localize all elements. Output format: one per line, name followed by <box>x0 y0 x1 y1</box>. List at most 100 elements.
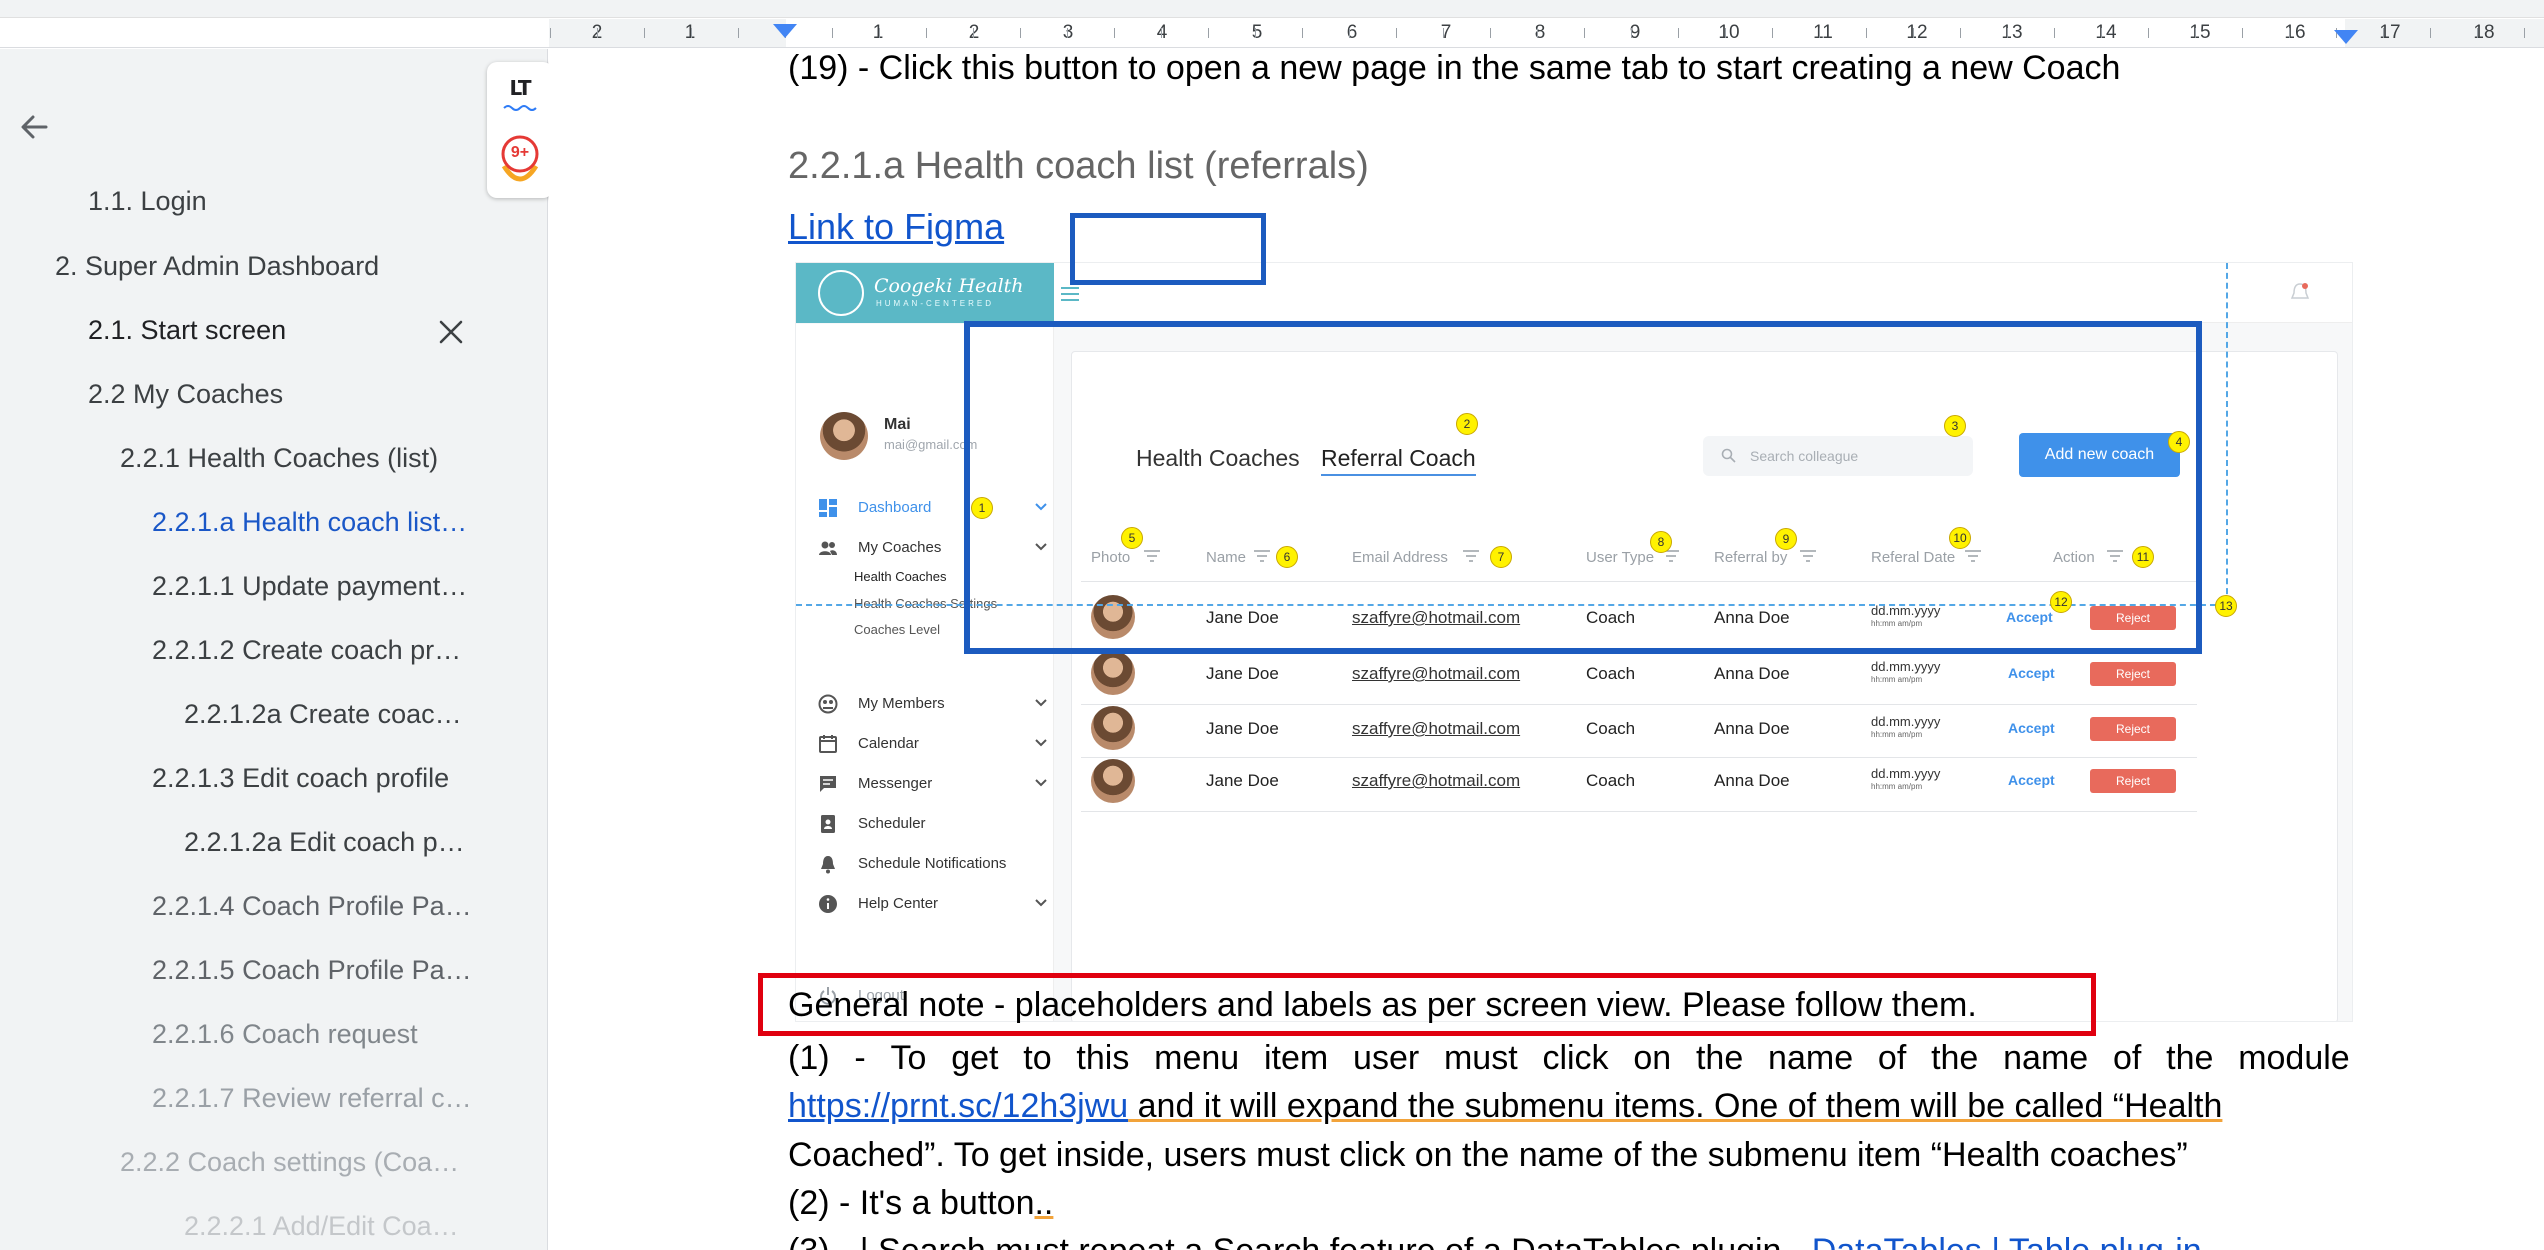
mock-nav-calendar: Calendar <box>818 732 1048 756</box>
outline-item[interactable]: 2.2.1.3 Edit coach profile <box>152 763 449 794</box>
outline-item[interactable]: 2.2.1.7 Review referral c… <box>152 1083 472 1114</box>
notification-badge-icon[interactable]: 9+ <box>499 132 541 188</box>
left-indent-marker-icon[interactable] <box>773 24 797 38</box>
ruler-tick <box>1866 28 1867 38</box>
ruler-number: 13 <box>2001 22 2023 43</box>
outline-item[interactable]: 2.2.1.2a Create coac… <box>184 699 462 730</box>
languagetool-icon[interactable]: LT <box>502 76 538 116</box>
outline-item[interactable]: 2.2 My Coaches <box>88 379 283 410</box>
ruler-number: 11 <box>1813 22 1833 43</box>
note-1-word: menu <box>1154 1039 1240 1077</box>
ruler-number: 2 <box>968 22 980 43</box>
note-1-word: of <box>1877 1039 1907 1077</box>
outline-item[interactable]: 2.2.2 Coach settings (Coa… <box>120 1147 459 1178</box>
outline-item[interactable]: 2. Super Admin Dashboard <box>55 251 379 282</box>
ruler-number: 12 <box>1906 22 1928 43</box>
ruler-tick <box>2101 28 2102 38</box>
ruler-tick <box>1396 28 1397 38</box>
ruler-tick <box>2007 28 2008 38</box>
mock-user-name: Mai <box>884 416 911 433</box>
ruler-number: 4 <box>1156 22 1168 43</box>
outline-item[interactable]: 2.2.1 Health Coaches (list) <box>120 443 438 474</box>
ruler-number: 5 <box>1251 22 1263 43</box>
mock-cell-name: Jane Doe <box>1206 664 1279 683</box>
note-1-word: To <box>890 1039 927 1077</box>
note-1-word: user <box>1353 1039 1420 1077</box>
ruler-tick <box>2289 28 2290 38</box>
note-1-word: click <box>1542 1039 1609 1077</box>
mock-nav-help-center: Help Center <box>818 892 1048 916</box>
mock-nav-messenger: Messenger <box>818 772 1048 796</box>
mock-nav-my-members: My Members <box>818 692 1048 716</box>
outline-item[interactable]: 2.2.1.2 Create coach pr… <box>152 635 461 666</box>
outline-item[interactable]: 1.1. Login <box>88 186 207 217</box>
datatables-link[interactable]: DataTables | Table plug-in <box>1812 1232 2202 1250</box>
outline-item[interactable]: 2.2.1.5 Coach Profile Pa… <box>152 955 472 986</box>
badge-count: 9+ <box>510 144 530 161</box>
mock-cell-type: Coach <box>1586 664 1636 683</box>
prnt-link[interactable]: https://prnt.sc/12h3jwu <box>788 1087 1128 1125</box>
mock-nav-label: Help Center <box>858 895 939 912</box>
ruler-tick <box>1631 28 1632 38</box>
ruler-tick <box>1772 28 1773 38</box>
mock-row-divider <box>1081 704 2197 705</box>
note-3-text: (3) - | Search must repeat a Search feat… <box>788 1232 1812 1250</box>
ruler-tick <box>1913 28 1914 38</box>
ruler-tick <box>1208 28 1209 38</box>
ruler-tick <box>2383 28 2384 38</box>
outline-item[interactable]: 2.2.1.6 Coach request <box>152 1019 418 1050</box>
back-arrow-icon[interactable] <box>14 107 54 147</box>
mock-nav-label: Dashboard <box>858 499 932 516</box>
languagetool-wave-icon <box>503 105 537 111</box>
mock-cell-time: hh:mm am/pm <box>1871 675 1923 684</box>
note-1-word: of <box>2112 1039 2142 1077</box>
mock-reject-button: Reject <box>2090 662 2176 686</box>
mock-accept-link: Accept <box>2008 720 2055 736</box>
mock-topbar: Coogeki Health HUMAN-CENTERED <box>796 263 2352 323</box>
figma-link[interactable]: Link to Figma <box>788 206 1004 248</box>
outline-item[interactable]: 2.1. Start screen <box>88 315 286 346</box>
bell-icon <box>821 856 835 874</box>
outline-item[interactable]: 2.2.1.4 Coach Profile Pa… <box>152 891 472 922</box>
chevron-down-icon <box>1035 779 1047 787</box>
ruler-tick <box>2524 28 2525 38</box>
outline-item-current[interactable]: 2.2.1.a Health coach list… <box>152 507 467 538</box>
ruler-tick <box>1584 28 1585 38</box>
note-1-word: the <box>1695 1039 1744 1077</box>
ruler-tick <box>1490 28 1491 38</box>
ruler-tick <box>1302 28 1303 38</box>
mock-nav-label: Messenger <box>858 775 933 792</box>
horizontal-ruler[interactable]: 21123456789101112131415161718 <box>0 0 2544 48</box>
mock-nav-scheduler: Scheduler <box>818 812 1048 836</box>
document-page[interactable]: (19) - Click this button to open a new p… <box>549 49 2544 1250</box>
members-icon <box>818 694 838 714</box>
languagetool-label: LT <box>509 76 531 100</box>
logo-heart-icon <box>818 270 864 316</box>
mock-accept-link: Accept <box>2008 665 2055 681</box>
right-indent-marker-icon[interactable] <box>2334 30 2358 44</box>
note-1-word: the <box>1931 1039 1979 1077</box>
close-icon[interactable] <box>434 315 468 349</box>
paragraph-line-19: (19) - Click this button to open a new p… <box>788 49 2121 87</box>
mock-cell-time: hh:mm am/pm <box>1871 782 1923 791</box>
mock-cell-type: Coach <box>1586 771 1636 790</box>
mock-logo-subtitle: HUMAN-CENTERED <box>876 299 994 308</box>
chevron-down-icon <box>1035 899 1047 907</box>
hamburger-menu-icon <box>1061 287 1079 301</box>
ruler-tick <box>738 28 739 38</box>
outline-item[interactable]: 2.2.2.1 Add/Edit Coa… <box>184 1211 459 1242</box>
outline-item[interactable]: 2.2.1.2a Edit coach p… <box>184 827 465 858</box>
ruler-tick <box>1255 28 1256 38</box>
ruler-number: 10 <box>1718 22 1740 43</box>
ruler-tick <box>926 28 927 38</box>
ruler-tick <box>1819 28 1820 38</box>
outline-item[interactable]: 2.2.1.1 Update payment… <box>152 571 467 602</box>
annotation-box-tab <box>1070 213 1266 285</box>
note-2-suffix: .. <box>1034 1184 1054 1222</box>
dashboard-icon <box>819 499 837 517</box>
ruler-left-margin <box>549 19 786 47</box>
note-1-line-3: Coached”. To get inside, users must clic… <box>788 1136 2188 1174</box>
mock-cell-date: dd.mm.yyyy <box>1871 714 1941 729</box>
mock-cell-name: Jane Doe <box>1206 771 1279 790</box>
user-avatar <box>820 412 868 460</box>
